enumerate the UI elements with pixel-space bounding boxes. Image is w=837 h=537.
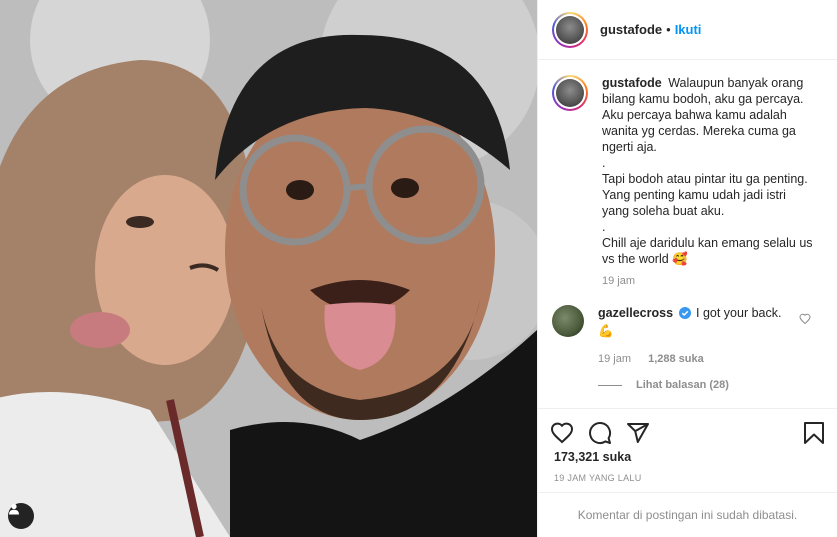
likes-count[interactable]: 173,321 suka: [554, 450, 631, 464]
comment-likes[interactable]: 1,288 suka: [648, 353, 704, 365]
tag-user-icon[interactable]: [8, 503, 34, 529]
comment-icon: [589, 421, 612, 444]
comment-meta: 19 jam 1,288 suka: [598, 353, 823, 365]
commenter-avatar[interactable]: [552, 305, 584, 337]
bookmark-icon: [804, 421, 824, 444]
save-button[interactable]: [803, 421, 825, 445]
heart-icon: [550, 422, 574, 443]
post-header: gustafode • Ikuti: [538, 0, 837, 60]
replies-divider-line: [598, 384, 622, 386]
comment-emoji: 💪: [598, 324, 614, 338]
share-button[interactable]: [626, 421, 650, 445]
post-photo[interactable]: [0, 0, 537, 537]
view-replies-label: Lihat balasan (28): [636, 379, 729, 391]
comment-like-icon[interactable]: [799, 313, 811, 325]
comments-section[interactable]: gustafode Walaupun banyak orang bilang k…: [538, 61, 837, 408]
comment-body: gazellecross I got your back. 💪: [598, 305, 798, 339]
caption-text: Walaupun banyak orang bilang kamu bodoh,…: [602, 76, 813, 266]
view-replies-button[interactable]: Lihat balasan (28): [598, 379, 823, 391]
share-icon: [627, 422, 649, 443]
comment-time[interactable]: 19 jam: [598, 353, 631, 365]
caption-time[interactable]: 19 jam: [602, 275, 823, 287]
caption-body: gustafode Walaupun banyak orang bilang k…: [602, 75, 814, 267]
comment-text: I got your back.: [696, 306, 782, 320]
commenter-username[interactable]: gazellecross: [598, 306, 673, 320]
like-button[interactable]: [550, 421, 574, 445]
post-side-panel: gustafode • Ikuti gustafode Walaupun ban…: [537, 0, 837, 537]
follow-button[interactable]: Ikuti: [675, 22, 702, 37]
author-avatar[interactable]: [552, 11, 588, 48]
caption-username[interactable]: gustafode: [602, 76, 662, 90]
comment-button[interactable]: [588, 421, 612, 445]
action-bar: [538, 408, 837, 456]
verified-icon: [678, 307, 691, 319]
author-username[interactable]: gustafode: [600, 22, 662, 37]
comments-limited-notice: Komentar di postingan ini sudah dibatasi…: [538, 492, 837, 537]
separator-dot: •: [666, 22, 671, 37]
post-timestamp[interactable]: 19 JAM YANG LALU: [554, 473, 642, 483]
caption: gustafode Walaupun banyak orang bilang k…: [552, 75, 823, 267]
comment-item: gazellecross I got your back. 💪: [552, 305, 823, 339]
caption-avatar[interactable]: [552, 75, 588, 111]
selfie-illustration: [0, 0, 537, 537]
